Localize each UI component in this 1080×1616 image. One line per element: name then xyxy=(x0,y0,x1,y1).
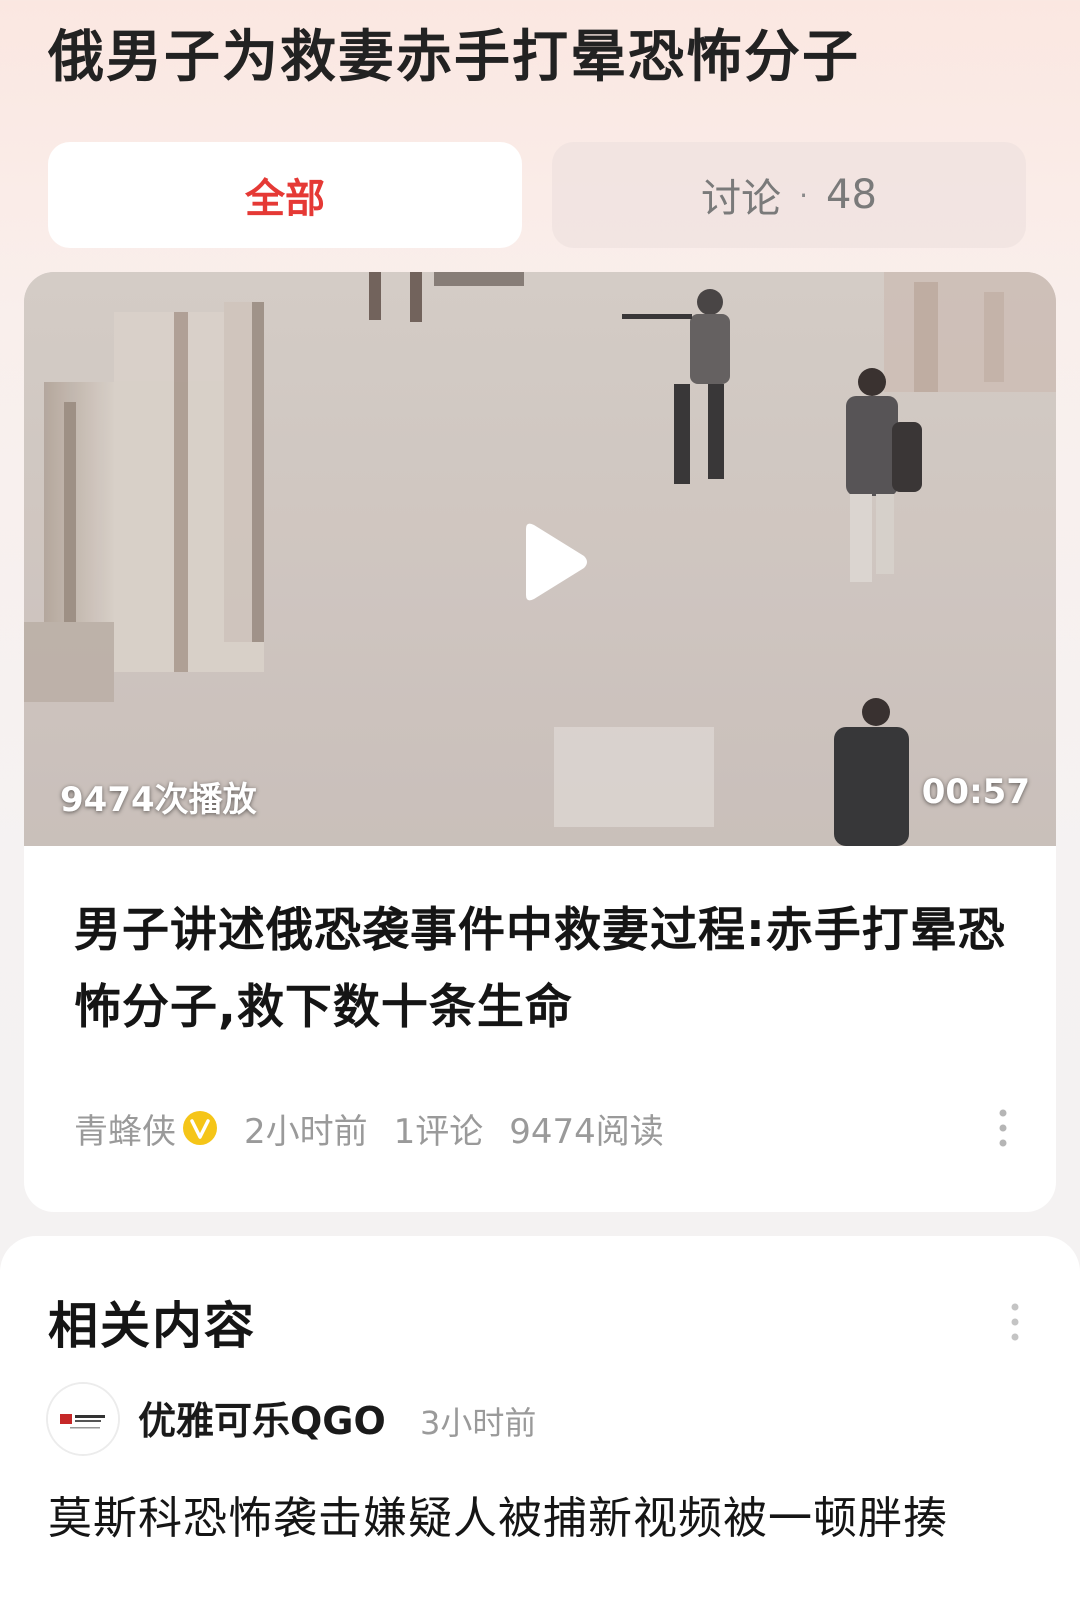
related-source-name[interactable]: 优雅可乐QGO xyxy=(138,1390,386,1445)
author-name[interactable]: 青蜂侠 xyxy=(74,1104,176,1153)
related-more-options-icon[interactable] xyxy=(1010,1302,1020,1342)
article-title[interactable]: 男子讲述俄恐袭事件中救妻过程:赤手打晕恐怖分子,救下数十条生命 xyxy=(74,892,1014,1046)
related-source-time: 3小时前 xyxy=(420,1404,537,1442)
more-options-icon[interactable] xyxy=(998,1108,1008,1148)
article-meta: 青蜂侠 2小时前 1评论 9474阅读 xyxy=(74,1102,664,1154)
play-icon[interactable] xyxy=(504,517,594,607)
publish-time: 2小时前 xyxy=(244,1111,368,1152)
tab-all-label: 全部 xyxy=(245,176,325,222)
verified-badge-icon xyxy=(183,1111,217,1145)
tab-all[interactable]: 全部 xyxy=(48,142,522,248)
related-section-title: 相关内容 xyxy=(48,1297,256,1355)
tab-discussion-count: 48 xyxy=(826,172,877,218)
page-title: 俄男子为救妻赤手打晕恐怖分子 xyxy=(48,25,860,90)
video-duration: 00:57 xyxy=(921,772,1030,812)
source-logo-icon xyxy=(48,1384,118,1454)
tab-discussion-label: 讨论 xyxy=(701,176,782,222)
related-headline[interactable]: 莫斯科恐怖袭击嫌疑人被捕新视频被一顿胖揍 xyxy=(48,1482,1038,1546)
read-count: 9474阅读 xyxy=(509,1111,664,1152)
comment-count[interactable]: 1评论 xyxy=(394,1104,484,1153)
video-player[interactable]: 9474次播放 00:57 xyxy=(24,272,1056,846)
tab-discussion-separator: · xyxy=(799,178,808,212)
tab-discussion[interactable]: 讨论 · 48 xyxy=(552,142,1026,248)
article-card[interactable]: 9474次播放 00:57 男子讲述俄恐袭事件中救妻过程:赤手打晕恐怖分子,救下… xyxy=(24,272,1056,1212)
video-play-count: 9474次播放 xyxy=(60,780,257,820)
related-content-section: 相关内容 优雅可乐QGO 3小时前 莫斯科恐怖袭击嫌疑人被捕新视频被一顿胖揍 xyxy=(0,1236,1080,1616)
tab-bar: 全部 讨论 · 48 xyxy=(48,142,1032,248)
source-avatar[interactable] xyxy=(48,1384,118,1454)
